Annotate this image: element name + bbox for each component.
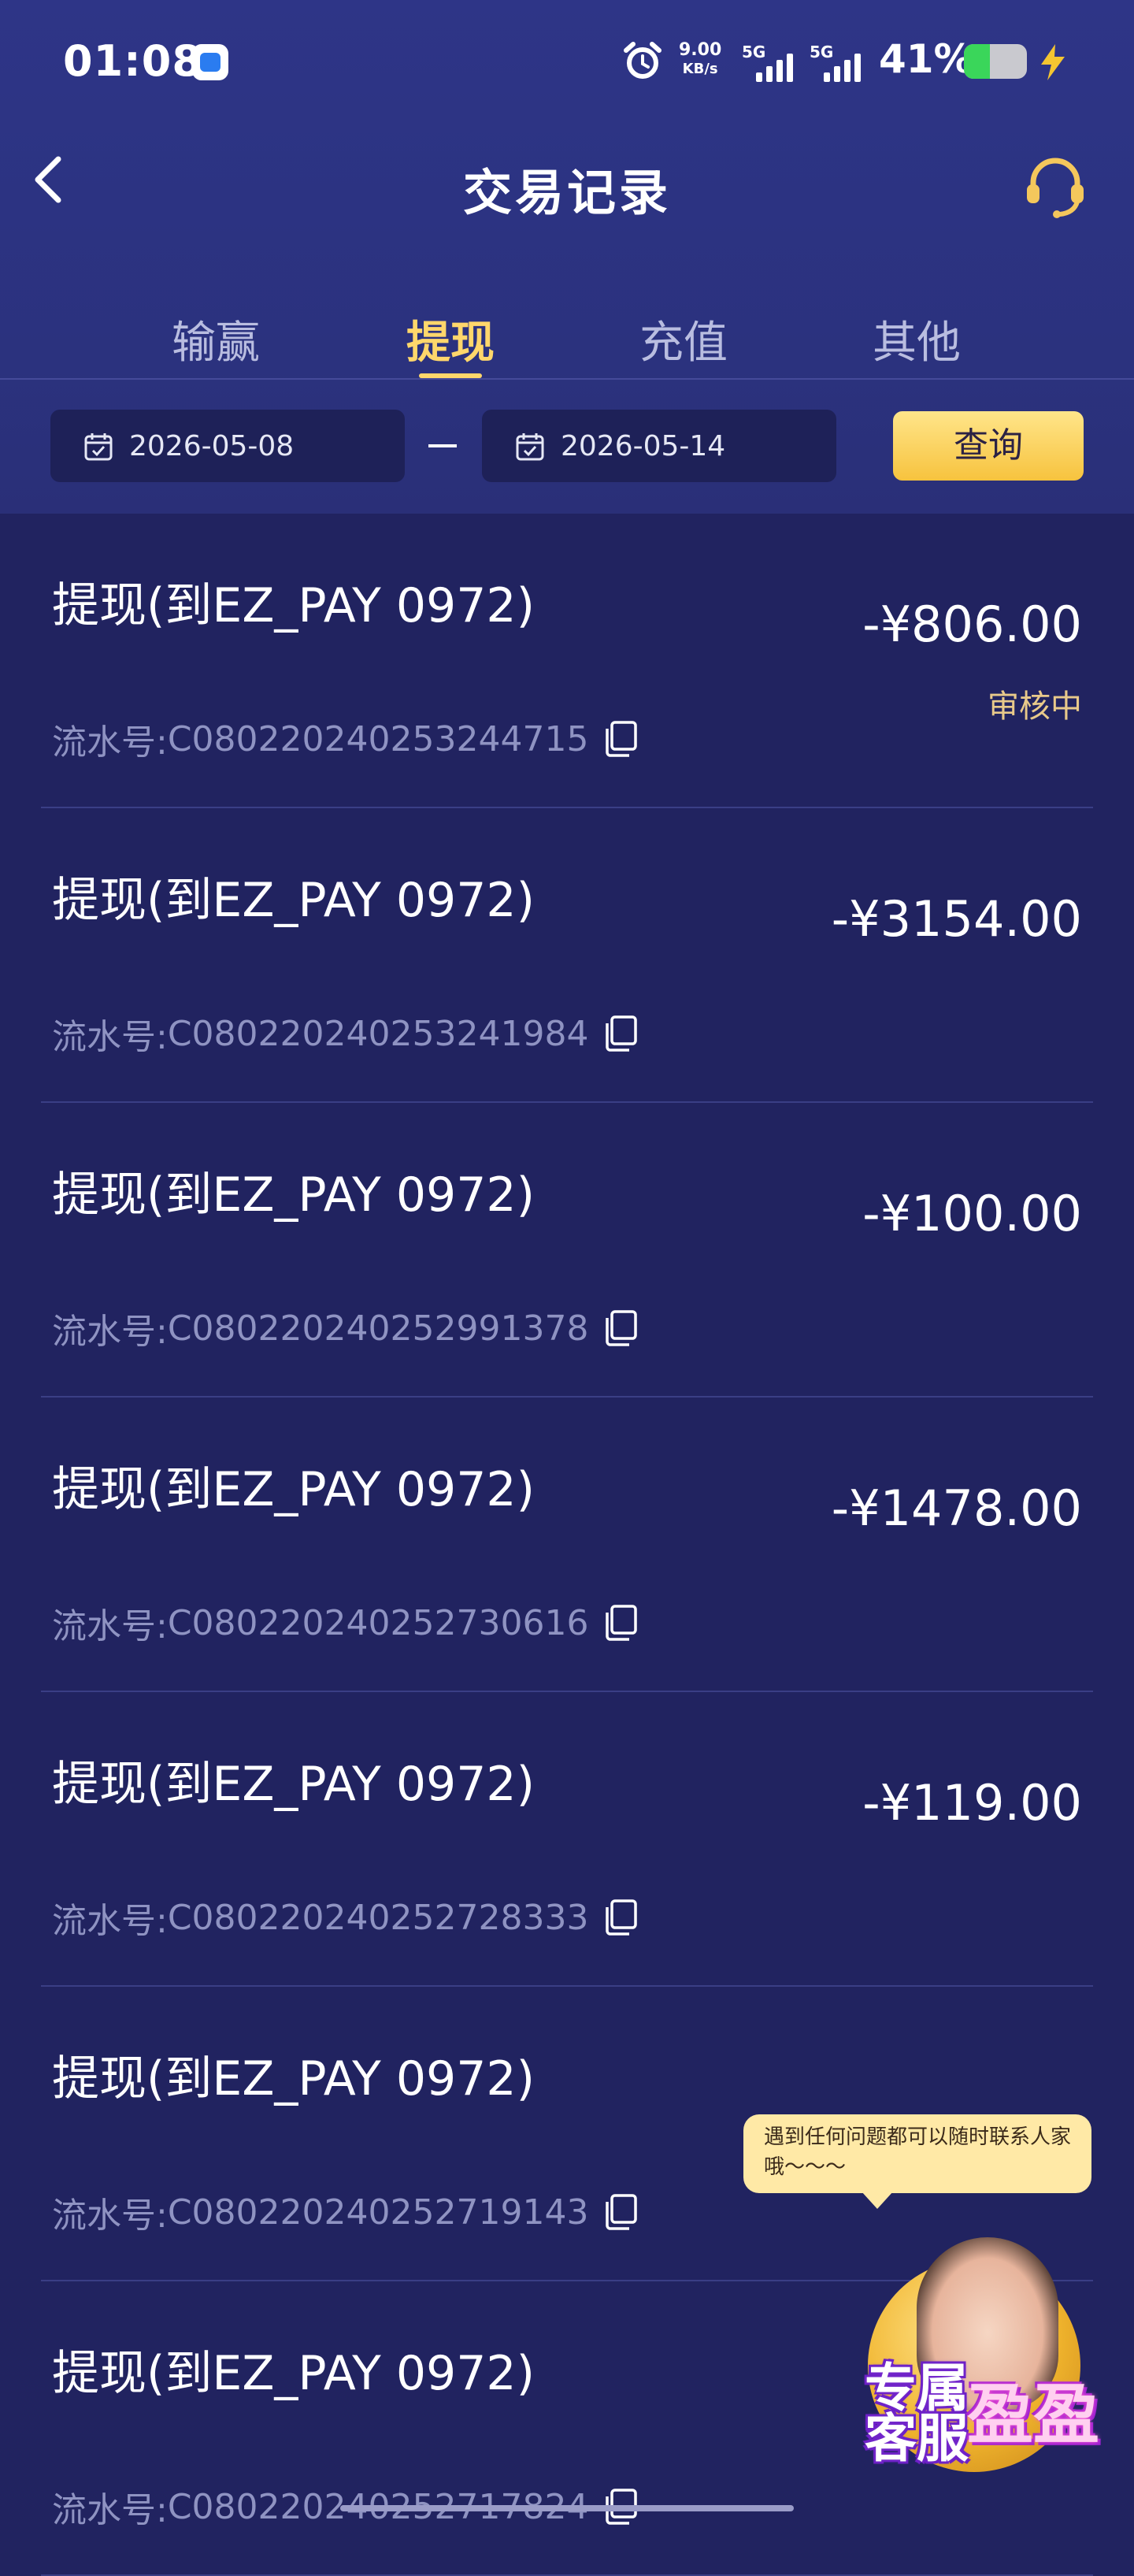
cs-name: 盈盈 bbox=[967, 2376, 1100, 2453]
end-date-value: 2026-05-14 bbox=[561, 430, 726, 462]
start-date-value: 2026-05-08 bbox=[129, 430, 295, 462]
status-time: 01:08 bbox=[63, 36, 202, 86]
transaction-title: 提现(到EZ_PAY 0972) bbox=[52, 873, 535, 928]
alarm-icon bbox=[624, 42, 662, 79]
transaction-row[interactable]: 提现(到EZ_PAY 0972) -¥119.00 流水号: C0802202402… bbox=[0, 1692, 1134, 1987]
tab-withdraw[interactable]: 提现 bbox=[372, 307, 529, 371]
network-speed-value: 9.00 bbox=[679, 40, 722, 60]
serial-label: 流水号: bbox=[52, 722, 168, 763]
transaction-amount: -¥806.00 bbox=[862, 596, 1082, 653]
copy-icon[interactable] bbox=[604, 1605, 639, 1641]
battery-icon bbox=[964, 44, 1027, 79]
serial-label: 流水号: bbox=[52, 1312, 168, 1352]
charging-icon bbox=[1041, 44, 1065, 80]
transaction-amount: -¥3154.00 bbox=[831, 890, 1082, 948]
serial-number: C080220240253244715 bbox=[167, 718, 589, 759]
transaction-amount: -¥100.00 bbox=[862, 1185, 1082, 1242]
serial-number: C080220240252719143 bbox=[167, 2192, 589, 2233]
tab-bar: 输赢 提现 充值 其他 bbox=[0, 296, 1134, 378]
copy-icon[interactable] bbox=[604, 1310, 639, 1346]
transaction-serial: 流水号: C080220240252719143 bbox=[52, 2187, 639, 2237]
transaction-title: 提现(到EZ_PAY 0972) bbox=[52, 578, 535, 633]
serial-number: C080220240252730616 bbox=[167, 1602, 589, 1643]
serial-label: 流水号: bbox=[52, 2490, 168, 2530]
serial-label: 流水号: bbox=[52, 1901, 168, 1941]
start-date-picker[interactable]: 2026-05-08 bbox=[50, 410, 405, 482]
copy-icon[interactable] bbox=[604, 1899, 639, 1936]
serial-label: 流水号: bbox=[52, 1017, 168, 1057]
serial-number: C080220240252991378 bbox=[167, 1308, 589, 1349]
transaction-row[interactable]: 提现(到EZ_PAY 0972) -¥100.00 流水号: C0802202402… bbox=[0, 1103, 1134, 1397]
transaction-serial: 流水号: C080220240252728333 bbox=[52, 1892, 639, 1943]
network-speed-unit: KB/s bbox=[682, 61, 718, 77]
transaction-serial: 流水号: C080220240252730616 bbox=[52, 1598, 639, 1648]
end-date-picker[interactable]: 2026-05-14 bbox=[482, 410, 836, 482]
transaction-title: 提现(到EZ_PAY 0972) bbox=[52, 1462, 535, 1517]
transaction-serial: 流水号: C080220240252991378 bbox=[52, 1303, 639, 1353]
transaction-title: 提现(到EZ_PAY 0972) bbox=[52, 1757, 535, 1812]
transaction-row[interactable]: 提现(到EZ_PAY 0972) -¥806.00 审核中流水号: C0802202… bbox=[0, 514, 1134, 808]
app-header: 交易记录 bbox=[0, 126, 1134, 236]
serial-number: C080220240252728333 bbox=[167, 1897, 589, 1938]
tab-win-loss[interactable]: 输赢 bbox=[137, 307, 295, 371]
date-range-separator bbox=[428, 444, 457, 447]
customer-service-button[interactable] bbox=[1022, 154, 1088, 221]
transaction-row[interactable]: 提现(到EZ_PAY 0972) -¥3154.00 流水号: C080220240… bbox=[0, 808, 1134, 1103]
home-indicator bbox=[340, 2505, 794, 2511]
copy-icon[interactable] bbox=[604, 1015, 639, 1052]
app-notification-icon bbox=[192, 44, 228, 80]
copy-icon[interactable] bbox=[604, 2194, 639, 2230]
transaction-title: 提现(到EZ_PAY 0972) bbox=[52, 2346, 535, 2401]
serial-label: 流水号: bbox=[52, 1606, 168, 1646]
network-speed: 9.00 KB/s bbox=[679, 41, 721, 79]
signal-icon: 5G bbox=[742, 43, 805, 82]
transaction-serial: 流水号: C080220240253241984 bbox=[52, 1008, 639, 1059]
tab-other[interactable]: 其他 bbox=[838, 307, 995, 371]
query-button[interactable]: 查询 bbox=[893, 411, 1084, 481]
transaction-row[interactable]: 提现(到EZ_PAY 0972) -¥1478.00 流水号: C080220240… bbox=[0, 1397, 1134, 1692]
calendar-icon bbox=[84, 433, 113, 461]
transaction-serial: 流水号: C080220240253244715 bbox=[52, 714, 639, 764]
transaction-title: 提现(到EZ_PAY 0972) bbox=[52, 1167, 535, 1223]
battery-percent: 41% bbox=[879, 36, 973, 82]
signal-icon: 5G bbox=[810, 43, 873, 82]
serial-number: C080220240253241984 bbox=[167, 1013, 589, 1054]
transaction-title: 提现(到EZ_PAY 0972) bbox=[52, 2051, 535, 2106]
tabs-divider bbox=[0, 378, 1134, 380]
battery-level bbox=[964, 44, 990, 79]
cs-label-line1: 专属 bbox=[865, 2358, 969, 2418]
page-title: 交易记录 bbox=[462, 164, 671, 221]
transaction-amount: -¥119.00 bbox=[862, 1774, 1082, 1832]
serial-label: 流水号: bbox=[52, 2196, 168, 2236]
cs-label-line2: 客服 bbox=[865, 2408, 969, 2469]
transaction-status: 审核中 bbox=[988, 689, 1082, 725]
copy-icon[interactable] bbox=[604, 721, 639, 757]
status-bar: 01:08 9.00 KB/s 5G 5G 41% bbox=[0, 0, 1134, 126]
cs-tooltip-bubble[interactable]: 遇到任何问题都可以随时联系人家哦～～～ bbox=[743, 2114, 1091, 2209]
transaction-amount: -¥1478.00 bbox=[831, 1479, 1082, 1537]
tab-deposit[interactable]: 充值 bbox=[605, 307, 762, 371]
calendar-icon bbox=[516, 433, 544, 461]
cs-floating-widget[interactable]: 专属 客服 盈盈 bbox=[841, 2229, 1125, 2489]
